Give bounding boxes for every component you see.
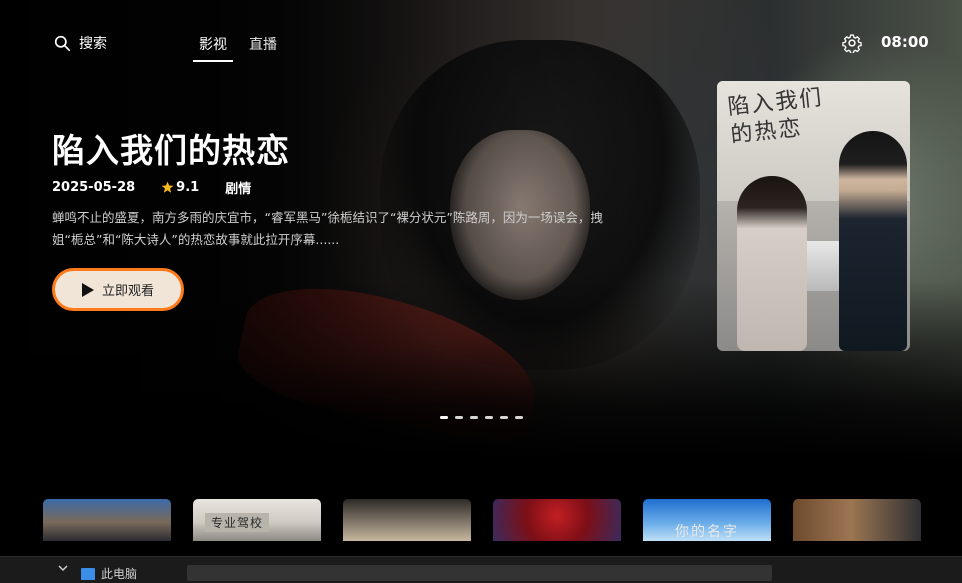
poster-figure-woman: [737, 176, 807, 351]
gear-icon[interactable]: [842, 33, 862, 53]
featured-title: 陷入我们的热恋: [52, 131, 290, 170]
thumbnail-caption: 专业驾校: [205, 513, 270, 532]
clock: 08:00: [881, 33, 929, 51]
poster-figure-man: [839, 131, 907, 351]
genre: 剧情: [225, 182, 252, 197]
rating: 9.1: [161, 180, 199, 195]
carousel-dot[interactable]: [485, 416, 493, 419]
search-label: 搜索: [79, 36, 107, 52]
carousel-dot[interactable]: [470, 416, 478, 419]
watch-now-label: 立即观看: [101, 284, 154, 299]
thumbnail-card[interactable]: [343, 499, 471, 541]
top-bar: 搜索 影视 直播 08:00: [0, 0, 962, 86]
thumbnail-caption: 你的名字: [675, 524, 739, 540]
rating-value: 9.1: [176, 180, 200, 195]
poster-title: 陷入我们的热恋: [726, 85, 825, 149]
carousel-indicator: [440, 416, 523, 419]
carousel-dot[interactable]: [515, 416, 523, 419]
tab-movies[interactable]: 影视: [193, 34, 233, 62]
thumbnail-card[interactable]: [493, 499, 621, 541]
play-icon: [81, 282, 94, 297]
featured-meta: 2025-05-28 9.1 剧情: [52, 178, 251, 197]
address-bar[interactable]: [187, 565, 772, 581]
featured-poster[interactable]: 陷入我们的热恋: [717, 81, 910, 351]
computer-icon: [81, 568, 95, 580]
chevron-down-icon[interactable]: [58, 564, 68, 572]
watch-now-button[interactable]: 立即观看: [52, 268, 184, 311]
carousel-dot[interactable]: [500, 416, 508, 419]
taskbar: 此电脑: [0, 556, 962, 583]
thumbnail-card[interactable]: [793, 499, 921, 541]
featured-description: 蝉鸣不止的盛夏，南方多雨的庆宜市，“睿军黑马”徐栀结识了“裸分状元”陈路周，因为…: [52, 210, 603, 247]
search-icon: [54, 35, 71, 51]
star-icon: [161, 181, 174, 193]
search-button[interactable]: 搜索: [54, 33, 107, 53]
tab-live[interactable]: 直播: [249, 34, 277, 54]
release-date: 2025-05-28: [52, 180, 136, 195]
carousel-dot[interactable]: [440, 416, 448, 419]
carousel-dot[interactable]: [455, 416, 463, 419]
taskbar-item-label[interactable]: 此电脑: [101, 565, 137, 582]
thumbnail-card[interactable]: [43, 499, 171, 541]
thumbnail-card[interactable]: 你的名字: [643, 499, 771, 541]
thumbnail-card[interactable]: 专业驾校: [193, 499, 321, 541]
